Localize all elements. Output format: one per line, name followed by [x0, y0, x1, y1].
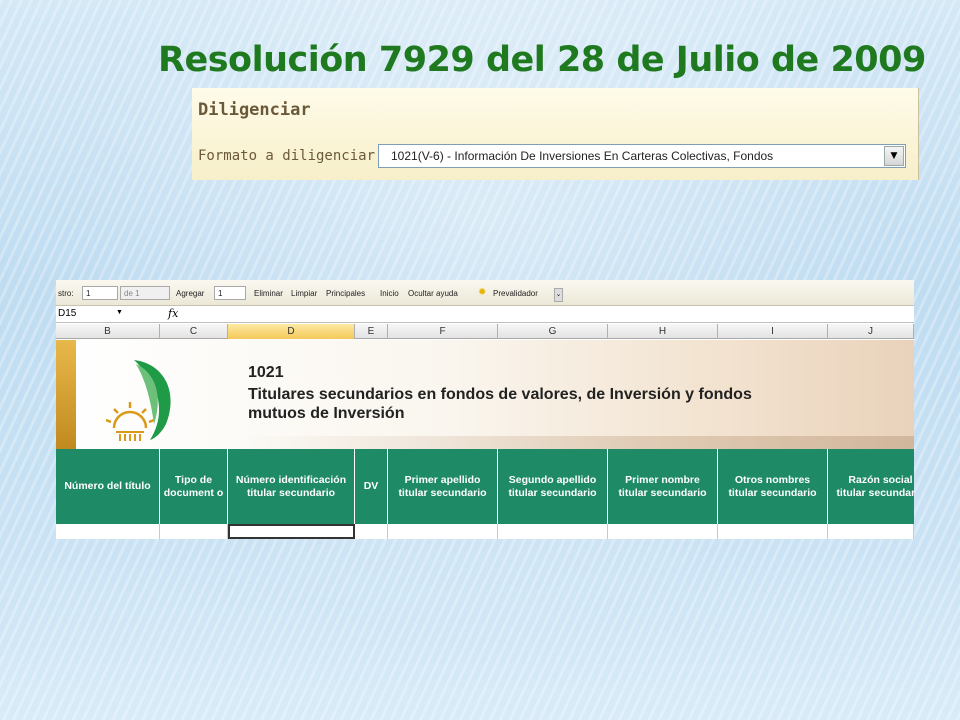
formato-select-value: 1021(V-6) - Información De Inversiones E… — [391, 149, 774, 163]
cell-c15[interactable] — [160, 524, 228, 539]
cell-reference[interactable]: D15 — [58, 308, 76, 319]
header-dv: DV — [355, 449, 388, 524]
cell-d15-selected[interactable] — [228, 524, 355, 539]
form-banner: 1021 Titulares secundarios en fondos de … — [56, 340, 914, 449]
column-header-e[interactable]: E — [355, 324, 388, 339]
form-toolbar: stro: 1 de 1 Agregar 1 Eliminar Limpiar … — [56, 280, 914, 306]
spreadsheet: stro: 1 de 1 Agregar 1 Eliminar Limpiar … — [56, 280, 914, 539]
agregar-button[interactable]: Agregar — [176, 289, 204, 298]
header-segundo-apellido: Segundo apellido titular secundario — [498, 449, 608, 524]
cell-f15[interactable] — [388, 524, 498, 539]
registro-total: de 1 — [120, 286, 170, 300]
header-primer-apellido: Primer apellido titular secundario — [388, 449, 498, 524]
function-icon[interactable]: fx — [168, 307, 178, 320]
table-row — [56, 524, 914, 539]
column-header-h[interactable]: H — [608, 324, 718, 339]
table-header-row: Número del título Tipo de document o Núm… — [56, 449, 914, 524]
header-numero-titulo: Número del título — [56, 449, 160, 524]
cell-e15[interactable] — [355, 524, 388, 539]
header-numero-identificacion: Número identificación titular secundario — [228, 449, 355, 524]
cell-reference-dropdown-icon[interactable]: ▼ — [116, 309, 123, 316]
registro-label: stro: — [58, 289, 74, 298]
column-header-b[interactable]: B — [56, 324, 160, 339]
column-header-i[interactable]: I — [718, 324, 828, 339]
column-header-f[interactable]: F — [388, 324, 498, 339]
principales-button[interactable]: Principales — [326, 289, 365, 298]
formato-label: Formato a diligenciar: — [198, 148, 384, 164]
header-tipo-documento: Tipo de document o — [160, 449, 228, 524]
banner-accent-strip — [56, 340, 76, 449]
column-headers: B C D E F G H I J — [56, 324, 914, 339]
column-header-g[interactable]: G — [498, 324, 608, 339]
prevalidador-button[interactable]: Prevalidador — [493, 289, 538, 298]
cell-g15[interactable] — [498, 524, 608, 539]
column-header-c[interactable]: C — [160, 324, 228, 339]
formato-select[interactable]: 1021(V-6) - Información De Inversiones E… — [378, 144, 906, 168]
dian-logo-icon — [106, 360, 171, 441]
toolbar-overflow-icon[interactable]: ⌄ — [554, 288, 563, 302]
header-razon-social: Razón social titular secundario — [828, 449, 914, 524]
prevalidador-sun-icon: ✹ — [478, 287, 487, 298]
form-code: 1021 — [248, 364, 284, 381]
column-header-d[interactable]: D — [228, 324, 355, 339]
diligenciar-title: Diligenciar — [198, 100, 311, 120]
banner-shadow — [236, 436, 914, 449]
ocultar-ayuda-button[interactable]: Ocultar ayuda — [408, 289, 458, 298]
header-otros-nombres: Otros nombres titular secundario — [718, 449, 828, 524]
eliminar-button[interactable]: Eliminar — [254, 289, 283, 298]
header-primer-nombre: Primer nombre titular secundario — [608, 449, 718, 524]
chevron-down-icon[interactable]: ▼ — [884, 146, 904, 166]
registro-input[interactable]: 1 — [82, 286, 118, 300]
cell-h15[interactable] — [608, 524, 718, 539]
formula-bar: D15 ▼ fx — [56, 307, 914, 323]
cell-b15[interactable] — [56, 524, 160, 539]
cell-i15[interactable] — [718, 524, 828, 539]
inicio-button[interactable]: Inicio — [380, 289, 399, 298]
diligenciar-panel: Diligenciar Formato a diligenciar: 1021(… — [192, 88, 919, 180]
form-title: Titulares secundarios en fondos de valor… — [248, 386, 752, 422]
agregar-input[interactable]: 1 — [214, 286, 246, 300]
slide-title: Resolución 7929 del 28 de Julio de 2009 — [158, 40, 926, 80]
column-header-j[interactable]: J — [828, 324, 914, 339]
cell-j15[interactable] — [828, 524, 914, 539]
limpiar-button[interactable]: Limpiar — [291, 289, 317, 298]
